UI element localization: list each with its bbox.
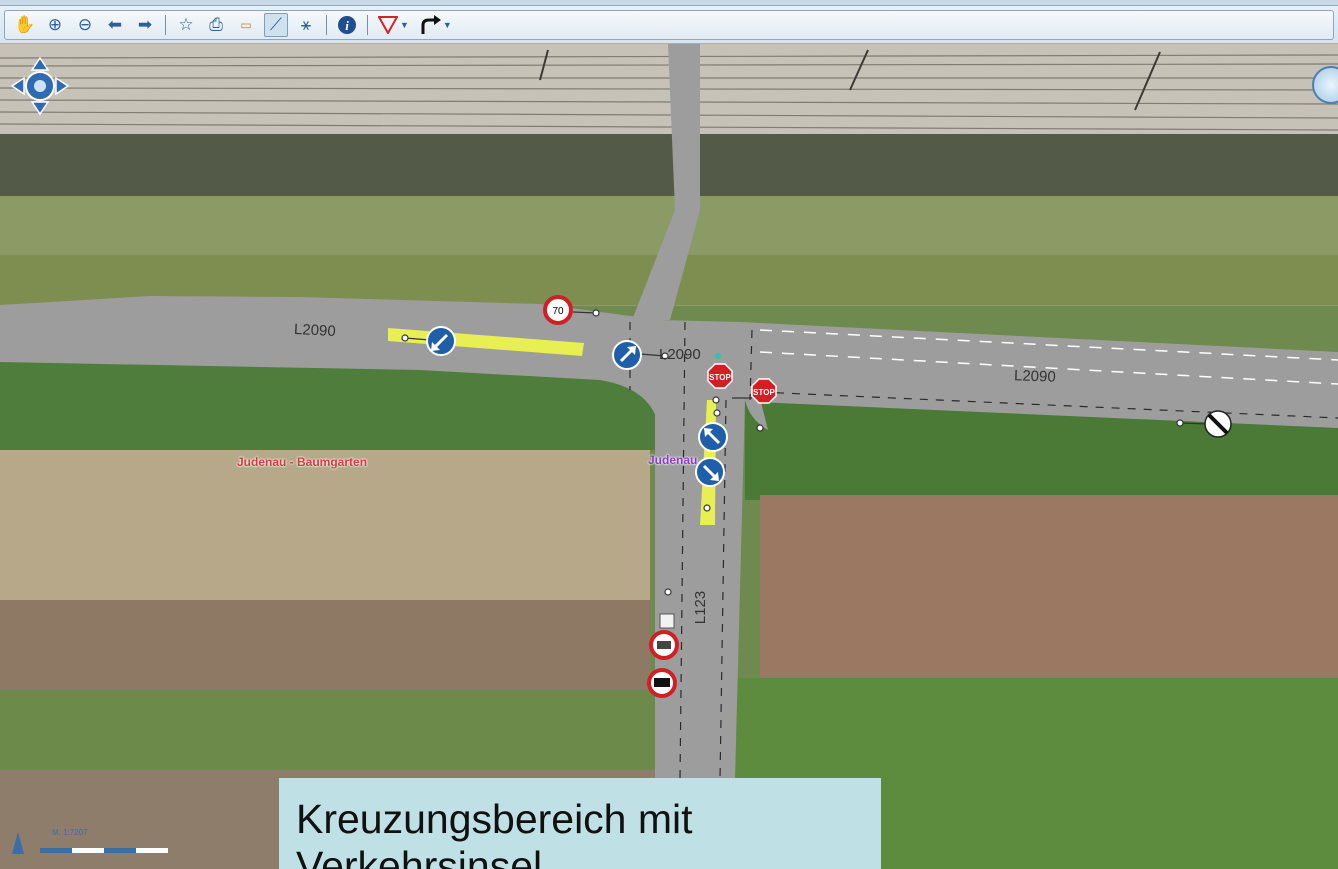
speed-limit-sign: 70 [543, 295, 573, 325]
road-label-l2090-east: L2090 [1013, 367, 1057, 386]
chevron-down-icon[interactable]: ▼ [443, 20, 452, 30]
yield-filter-icon[interactable] [376, 13, 400, 37]
toolbar-separator [326, 15, 327, 35]
supplementary-plate [659, 613, 675, 629]
forward-arrow-icon[interactable]: ➡ [133, 13, 157, 37]
stop-sign-1: STOP [707, 363, 733, 389]
caption-text: Kreuzungsbereich mit Verkehrsinsel [296, 796, 693, 869]
svg-text:STOP: STOP [753, 388, 775, 397]
caption-box: Kreuzungsbereich mit Verkehrsinsel [279, 778, 881, 869]
mandatory-sign-nw [698, 422, 728, 452]
chevron-down-icon[interactable]: ▼ [400, 20, 409, 30]
toolbar-top-strip [0, 0, 1338, 6]
zoom-out-icon[interactable]: ⊖ [73, 13, 97, 37]
plowed-field [0, 600, 650, 690]
draw-line-icon[interactable]: ⟋ [264, 13, 288, 37]
svg-text:70: 70 [552, 306, 564, 317]
road-label-l2090-center: L2090 [659, 346, 701, 363]
brown-field-right [760, 495, 1338, 680]
map-toolbar: ✋ ⊕ ⊖ ⬅ ➡ ☆ ⎙ ▭ ⟋ ⚹ i ▼ ▼ [0, 0, 1338, 44]
turn-arrow-icon[interactable] [419, 13, 443, 37]
place-label-judenau-baumgarten: Judenau - Baumgarten [237, 455, 368, 469]
road-label-l2090-west: L2090 [293, 320, 337, 341]
weight-limit-sign [649, 630, 679, 660]
scale-text: M. 1:7207 [52, 828, 88, 837]
toolbar-separator [367, 15, 368, 35]
info-icon[interactable]: i [335, 13, 359, 37]
zoom-in-icon[interactable]: ⊕ [43, 13, 67, 37]
keep-left-sign [426, 326, 456, 356]
place-label-judenau: Judenau [648, 453, 698, 467]
keep-right-sign [612, 340, 642, 370]
toolbar-separator [165, 15, 166, 35]
back-arrow-icon[interactable]: ⬅ [103, 13, 127, 37]
truck-prohibition-sign [647, 668, 677, 698]
vegetation-strip [0, 134, 1338, 204]
pan-hand-icon[interactable]: ✋ [13, 13, 37, 37]
print-icon[interactable]: ⎙ [204, 13, 228, 37]
pan-navigation-icon[interactable] [10, 56, 70, 116]
scale-bar [12, 832, 168, 854]
stop-sign-2: STOP [751, 378, 777, 404]
end-restriction-sign [1204, 410, 1232, 438]
measure-ruler-icon[interactable]: ▭ [234, 13, 258, 37]
road-label-l123: L123 [692, 590, 710, 625]
mandatory-sign-se [695, 457, 725, 487]
svg-text:i: i [345, 18, 349, 33]
route-icon[interactable]: ⚹ [294, 13, 318, 37]
harvested-field [0, 450, 650, 600]
map-canvas[interactable]: 70 STOP STOP L2090 L2090 L2090 L123 Jude… [0, 44, 1338, 869]
cyan-marker [715, 353, 721, 359]
toolbar-buttons: ✋ ⊕ ⊖ ⬅ ➡ ☆ ⎙ ▭ ⟋ ⚹ i ▼ ▼ [4, 10, 1334, 40]
favorite-star-icon[interactable]: ☆ [174, 13, 198, 37]
svg-text:STOP: STOP [709, 373, 731, 382]
crop-field [0, 690, 660, 780]
